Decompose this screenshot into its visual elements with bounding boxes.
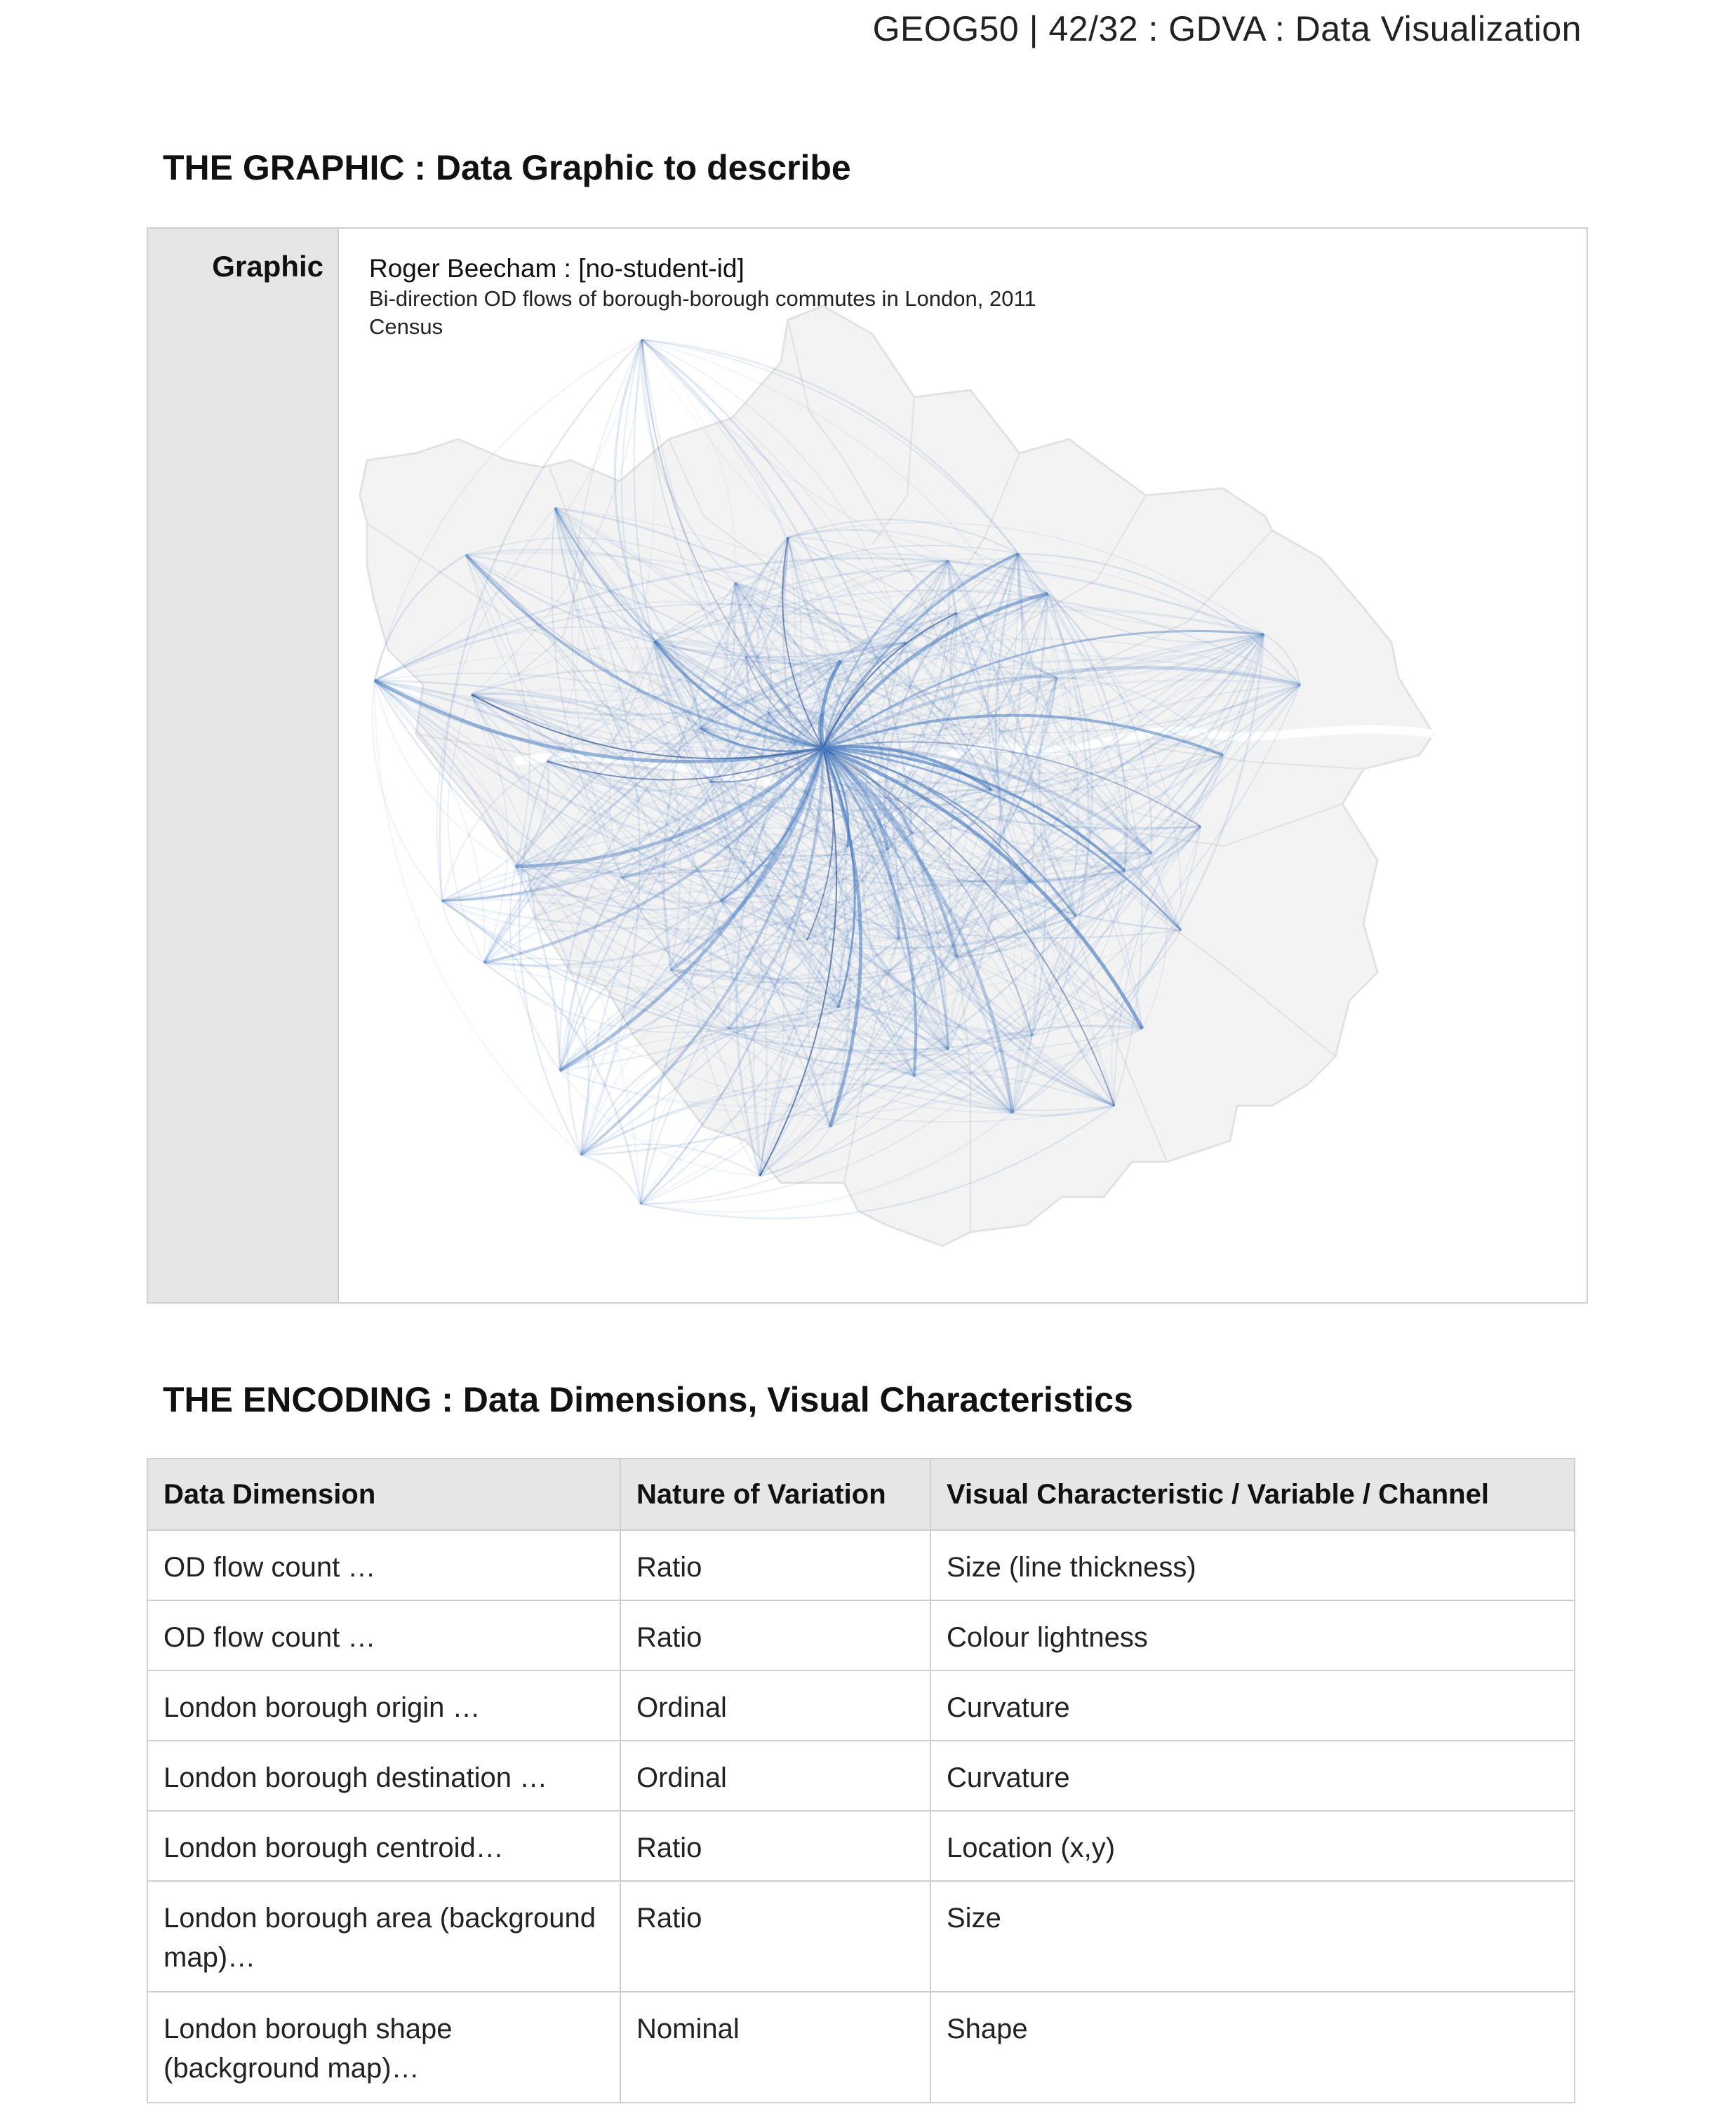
cell-dimension: London borough destination …	[147, 1740, 621, 1811]
cell-dimension: OD flow count …	[147, 1600, 621, 1671]
cell-variation: Ordinal	[620, 1670, 931, 1741]
column-header-visual-characteristic: Visual Characteristic / Variable / Chann…	[930, 1458, 1575, 1531]
cell-channel: Curvature	[930, 1670, 1575, 1741]
table-row: London borough destination … Ordinal Cur…	[147, 1740, 1575, 1811]
cell-channel: Size (line thickness)	[930, 1529, 1575, 1601]
cell-channel: Size	[930, 1880, 1575, 1993]
table-row: London borough shape (background map)… N…	[147, 1991, 1575, 2103]
cell-variation: Ratio	[620, 1600, 931, 1671]
cell-channel: Colour lightness	[930, 1600, 1575, 1671]
encoding-table-header-row: Data Dimension Nature of Variation Visua…	[147, 1458, 1575, 1531]
graphic-side-column: Graphic	[148, 229, 339, 1302]
table-row: OD flow count … Ratio Colour lightness	[147, 1600, 1575, 1671]
course-header: GEOG50 | 42/32 : GDVA : Data Visualizati…	[872, 9, 1582, 48]
cell-variation: Ordinal	[620, 1740, 931, 1811]
cell-variation: Ratio	[620, 1810, 931, 1882]
cell-variation: Ratio	[620, 1529, 931, 1601]
cell-channel: Curvature	[930, 1740, 1575, 1811]
table-row: London borough centroid… Ratio Location …	[147, 1810, 1575, 1882]
od-flow-map	[359, 304, 1435, 1247]
graphic-panel: Graphic Roger Beecham : [no-student-id] …	[147, 227, 1588, 1304]
cell-dimension: London borough shape (background map)…	[147, 1991, 621, 2103]
graphic-label: Graphic	[212, 250, 323, 283]
cell-dimension: London borough area (background map)…	[147, 1880, 621, 1993]
cell-variation: Ratio	[620, 1880, 931, 1993]
table-row: London borough area (background map)… Ra…	[147, 1880, 1575, 1993]
cell-dimension: London borough centroid…	[147, 1810, 621, 1882]
cell-dimension: London borough origin …	[147, 1670, 621, 1741]
cell-channel: Location (x,y)	[930, 1810, 1575, 1882]
encoding-section-heading: THE ENCODING : Data Dimensions, Visual C…	[163, 1380, 1133, 1419]
cell-channel: Shape	[930, 1991, 1575, 2103]
column-header-data-dimension: Data Dimension	[147, 1458, 621, 1531]
table-row: OD flow count … Ratio Size (line thickne…	[147, 1529, 1575, 1601]
encoding-table: Data Dimension Nature of Variation Visua…	[147, 1458, 1575, 2103]
column-header-nature-of-variation: Nature of Variation	[620, 1458, 931, 1531]
graphic-section-heading: THE GRAPHIC : Data Graphic to describe	[163, 148, 851, 187]
cell-dimension: OD flow count …	[147, 1529, 621, 1601]
cell-variation: Nominal	[620, 1991, 931, 2103]
table-row: London borough origin … Ordinal Curvatur…	[147, 1670, 1575, 1741]
